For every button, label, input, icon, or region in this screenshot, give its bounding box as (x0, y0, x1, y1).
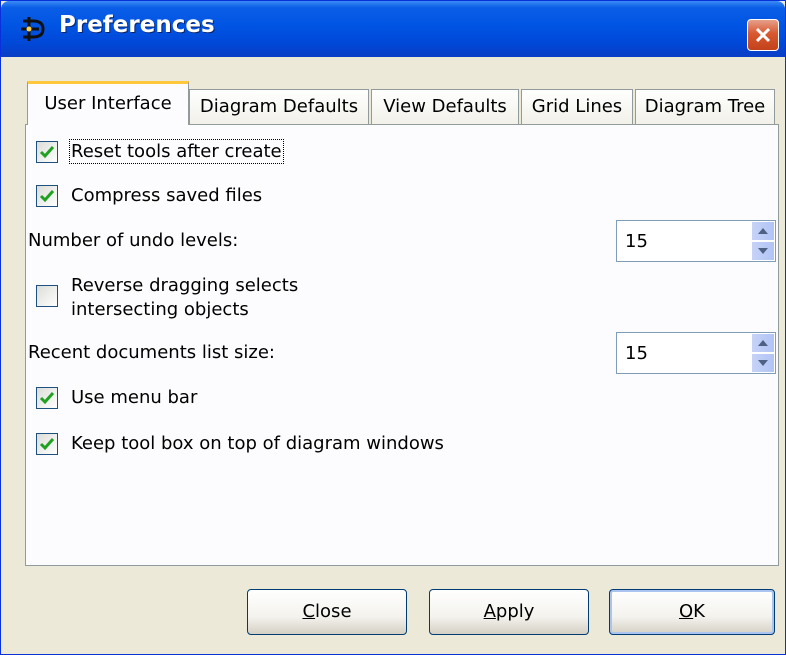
undo-levels-decrement-button[interactable] (751, 241, 775, 261)
menu-bar-label: Use menu bar (71, 387, 198, 408)
apply-label-rest: pply (495, 601, 535, 622)
recent-docs-decrement-button[interactable] (751, 353, 775, 373)
reverse-drag-label-line2: intersecting objects (71, 299, 249, 320)
dia-app-icon (19, 15, 49, 43)
window-title: Preferences (59, 12, 215, 38)
checkmark-icon (39, 438, 55, 451)
reverse-drag-checkbox[interactable] (36, 285, 58, 307)
undo-levels-increment-button[interactable] (751, 221, 775, 241)
recent-docs-increment-button[interactable] (751, 333, 775, 353)
apply-button[interactable]: Apply (429, 589, 589, 635)
recent-docs-spinbox[interactable]: 15 (616, 332, 776, 374)
user-interface-panel: Reset tools after create Compress saved … (25, 124, 779, 566)
arrow-up-icon (758, 340, 768, 346)
menu-bar-checkbox[interactable] (36, 387, 58, 409)
arrow-down-icon (758, 360, 768, 366)
apply-mnemonic: A (483, 601, 496, 622)
compress-files-label: Compress saved files (71, 185, 263, 206)
checkmark-icon (39, 190, 55, 203)
preferences-dialog: Preferences User Interface Diagram Defau… (0, 0, 786, 655)
tab-view-defaults[interactable]: View Defaults (371, 89, 519, 125)
toolbox-top-checkbox[interactable] (36, 433, 58, 455)
checkmark-icon (39, 392, 55, 405)
ok-label-rest: K (693, 601, 705, 622)
recent-docs-label: Recent documents list size: (28, 342, 275, 363)
tab-user-interface[interactable]: User Interface (27, 81, 189, 125)
close-icon (755, 27, 771, 43)
title-bar[interactable]: Preferences (1, 1, 785, 57)
close-button[interactable]: Close (247, 589, 407, 635)
recent-docs-value[interactable]: 15 (625, 343, 648, 364)
ok-mnemonic: O (679, 601, 694, 622)
checkmark-icon (39, 146, 55, 159)
reverse-drag-label-line1: Reverse dragging selects (71, 275, 299, 296)
undo-levels-label: Number of undo levels: (28, 230, 239, 251)
tab-grid-lines[interactable]: Grid Lines (521, 89, 633, 125)
tab-diagram-defaults[interactable]: Diagram Defaults (189, 89, 369, 125)
reset-tools-label: Reset tools after create (69, 139, 284, 164)
close-mnemonic: C (302, 601, 316, 622)
tab-diagram-tree[interactable]: Diagram Tree (635, 89, 775, 125)
arrow-up-icon (758, 228, 768, 234)
compress-files-checkbox[interactable] (36, 185, 58, 207)
window-close-button[interactable] (747, 19, 779, 51)
undo-levels-value[interactable]: 15 (625, 231, 648, 252)
undo-levels-spinbox[interactable]: 15 (616, 220, 776, 262)
reset-tools-checkbox[interactable] (36, 141, 58, 163)
toolbox-top-label: Keep tool box on top of diagram windows (71, 433, 444, 454)
close-label-rest: lose (315, 601, 352, 622)
arrow-down-icon (758, 248, 768, 254)
ok-button[interactable]: OK (609, 589, 775, 635)
